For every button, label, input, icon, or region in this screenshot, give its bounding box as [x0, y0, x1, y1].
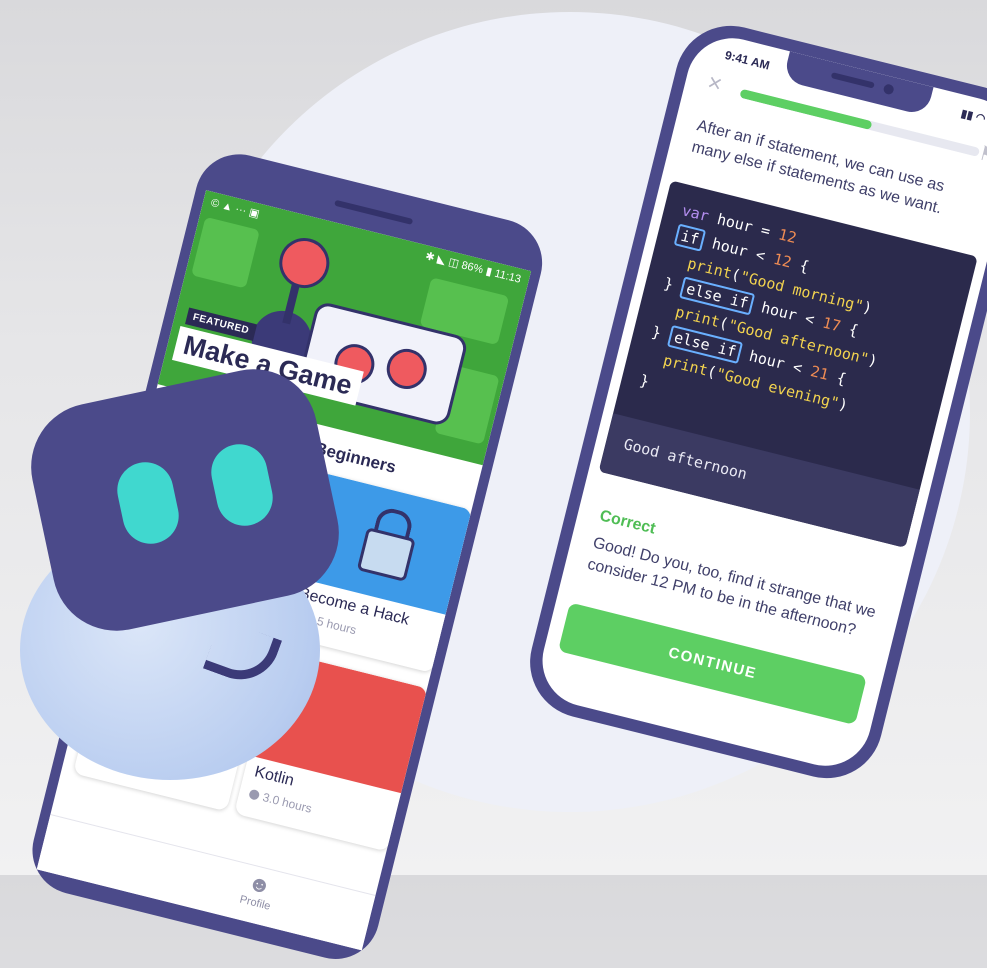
joystick-ball-icon — [274, 232, 335, 294]
code-line: } — [637, 371, 651, 391]
clock-icon — [248, 788, 261, 801]
code-number: 17 — [820, 313, 843, 336]
camera-icon — [882, 83, 895, 96]
code-number: 12 — [776, 225, 799, 248]
course-hours: 3.0 hours — [248, 787, 314, 816]
hero-tile — [191, 216, 260, 289]
status-time: 9:41 AM — [723, 47, 772, 73]
signal-wifi-battery-icon: ▮▮ ◠ ▬ — [959, 107, 987, 129]
code-keyword-highlight: if — [673, 223, 707, 252]
code-panel: var hour = 12 if hour < 12 { print("Good… — [598, 180, 978, 548]
code-number: 12 — [771, 249, 794, 272]
code-identifier: hour — [747, 346, 787, 374]
notch-speaker — [830, 72, 875, 89]
code-keyword: var — [680, 201, 711, 226]
tab-profile[interactable]: ☻ Profile — [224, 865, 291, 916]
code-number: 21 — [808, 362, 831, 384]
code-output: Good afternoon — [621, 435, 749, 484]
close-icon[interactable]: × — [705, 69, 725, 99]
course-name: Kotlin — [252, 763, 296, 790]
code-function: print — [661, 351, 710, 380]
flag-icon[interactable]: ⚑ — [976, 140, 987, 169]
code-identifier: hour — [715, 209, 755, 237]
code-identifier: hour — [710, 234, 750, 261]
controller-button-icon — [382, 344, 431, 394]
code-identifier: hour — [759, 298, 799, 325]
result-title: Correct — [597, 507, 658, 538]
code-block: var hour = 12 if hour < 12 { print("Good… — [637, 198, 904, 447]
course-hours-text: 3.0 hours — [261, 790, 314, 816]
